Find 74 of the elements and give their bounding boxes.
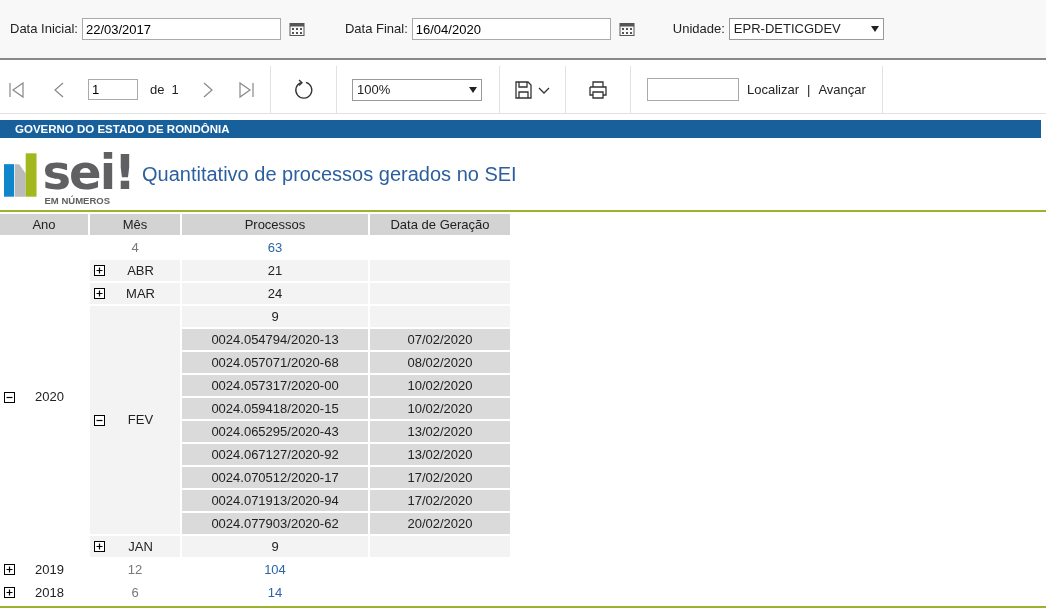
month-count: 6	[130, 583, 140, 602]
unit-select[interactable]: EPR-DETICGDEV	[728, 18, 884, 40]
refresh-button[interactable]	[292, 78, 315, 101]
generation-date: 07/02/2020	[370, 329, 510, 350]
process-number: 0024.071913/2020-94	[182, 490, 368, 511]
process-number: 0024.070512/2020-17	[182, 467, 368, 488]
logo-text: sei!	[42, 147, 134, 196]
process-count: 21	[182, 260, 368, 281]
start-date-field[interactable]: 22/03/2017	[81, 18, 281, 40]
process-number: 0024.077903/2020-62	[182, 513, 368, 534]
generation-date: 13/02/2020	[370, 444, 510, 465]
month-label: MAR	[125, 284, 156, 303]
collapse-icon[interactable]	[4, 391, 15, 403]
generation-date: 13/02/2020	[370, 421, 510, 442]
month-label: FEV	[126, 411, 155, 430]
logo-subtitle: EM NÚMEROS	[44, 195, 111, 205]
generation-date: 20/02/2020	[370, 513, 510, 534]
agency-banner: GOVERNO DO ESTADO DE RONDÔNIA	[0, 120, 1041, 138]
expand-icon[interactable]	[4, 564, 15, 575]
generation-date: 10/02/2020	[370, 375, 510, 396]
report-title: Quantitativo de processos gerados no SEI	[142, 162, 517, 187]
generation-date: 08/02/2020	[370, 352, 510, 373]
caret-icon	[870, 26, 879, 32]
month-label: ABR	[126, 261, 155, 280]
process-number: 0024.057071/2020-68	[182, 352, 368, 373]
generation-date: 17/02/2020	[370, 490, 510, 511]
process-number: 0024.065295/2020-43	[182, 421, 368, 442]
process-number: 0024.054794/2020-13	[182, 329, 368, 350]
zoom-select[interactable]: 100%	[352, 78, 482, 101]
column-header: Ano	[0, 214, 88, 235]
calendar-icon[interactable]	[288, 21, 305, 37]
year-label: 2019	[34, 560, 65, 579]
column-header: Data de Geração	[370, 214, 510, 235]
start-date-label: Data Inicial:	[10, 20, 78, 39]
last-page-button[interactable]	[236, 80, 255, 99]
process-count: 9	[182, 306, 368, 327]
unit-label: Unidade:	[672, 20, 725, 39]
process-total: 14	[266, 583, 284, 602]
process-total: 104	[263, 560, 287, 579]
year-label: 2018	[34, 583, 65, 602]
process-number: 0024.067127/2020-92	[182, 444, 368, 465]
process-number: 0024.057317/2020-00	[182, 375, 368, 396]
end-date-label: Data Final:	[344, 20, 408, 39]
year-label: 2020	[34, 388, 65, 407]
page-of-label: de	[150, 80, 165, 99]
expand-icon[interactable]	[4, 587, 15, 598]
page-field[interactable]: 1	[88, 79, 138, 100]
search-field[interactable]	[647, 78, 739, 101]
collapse-icon[interactable]	[94, 414, 105, 426]
first-page-button[interactable]	[8, 80, 26, 99]
expand-icon[interactable]	[94, 265, 105, 276]
page-count: 1	[171, 80, 179, 99]
calendar-icon[interactable]	[618, 21, 635, 37]
column-header: Mês	[90, 214, 180, 235]
expand-icon[interactable]	[94, 288, 105, 299]
find-link[interactable]: Localizar	[747, 79, 800, 100]
save-button[interactable]	[513, 79, 552, 100]
generation-date: 10/02/2020	[370, 398, 510, 419]
end-date-field[interactable]: 16/04/2020	[411, 18, 611, 40]
month-count: 12	[126, 560, 144, 579]
print-button[interactable]	[588, 79, 608, 100]
process-count: 24	[182, 283, 368, 304]
month-label: JAN	[127, 537, 154, 556]
next-link[interactable]: Avançar	[818, 79, 866, 100]
process-total: 63	[266, 238, 284, 257]
process-number: 0024.059418/2020-15	[182, 398, 368, 419]
process-count: 9	[182, 536, 368, 557]
caret-icon	[469, 86, 477, 93]
month-count: 4	[130, 238, 140, 257]
link-separator: |	[807, 80, 811, 99]
previous-page-button[interactable]	[52, 80, 66, 99]
expand-icon[interactable]	[94, 541, 105, 552]
column-header: Processos	[182, 214, 368, 235]
generation-date: 17/02/2020	[370, 467, 510, 488]
